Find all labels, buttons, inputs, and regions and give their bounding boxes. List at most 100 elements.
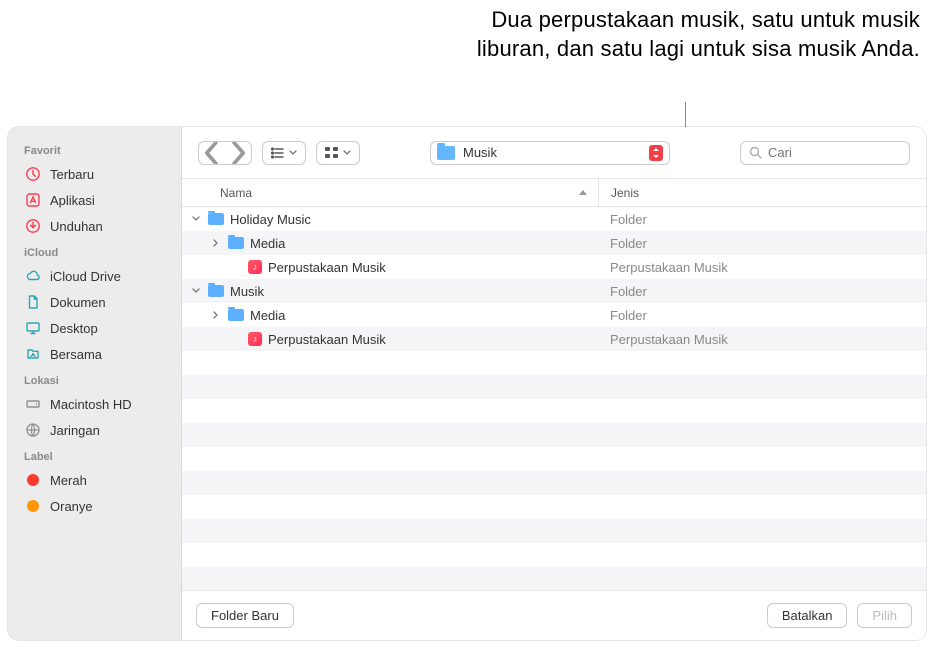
file-kind: Perpustakaan Musik [598, 332, 926, 347]
sidebar-item[interactable]: Merah [8, 467, 181, 493]
sidebar-item-label: Dokumen [50, 295, 106, 310]
doc-icon [24, 293, 42, 311]
column-header-name[interactable]: Nama [182, 186, 598, 200]
sidebar-item-label: Aplikasi [50, 193, 95, 208]
sidebar-item-label: Jaringan [50, 423, 100, 438]
sidebar-section-header: Lokasi [8, 367, 181, 391]
chevron-down-icon [343, 150, 351, 156]
sidebar-item-label: iCloud Drive [50, 269, 121, 284]
sidebar-item-label: Oranye [50, 499, 93, 514]
columns-header: Nama Jenis [182, 179, 926, 207]
dot [24, 497, 42, 515]
sort-indicator-icon [578, 189, 588, 197]
search-icon [749, 146, 762, 159]
folder-icon [208, 285, 224, 297]
sidebar-item[interactable]: Aplikasi [8, 187, 181, 213]
sidebar: Favorit Terbaru Aplikasi Unduhan iCloud iClou… [8, 127, 182, 640]
file-row[interactable]: Perpustakaan MusikPerpustakaan Musik [182, 255, 926, 279]
list-icon [271, 147, 285, 159]
shared-icon [24, 345, 42, 363]
location-label: Musik [463, 145, 641, 160]
file-list: Holiday MusicFolderMediaFolder Perpustak… [182, 207, 926, 590]
empty-row [182, 351, 926, 375]
download-icon [24, 217, 42, 235]
empty-row [182, 399, 926, 423]
disclosure-icon [232, 334, 242, 345]
sidebar-item-label: Unduhan [50, 219, 103, 234]
file-row[interactable]: MediaFolder [182, 303, 926, 327]
choose-button[interactable]: Pilih [857, 603, 912, 628]
sidebar-item-label: Terbaru [50, 167, 94, 182]
file-name: Holiday Music [230, 212, 311, 227]
sidebar-section-header: iCloud [8, 239, 181, 263]
bottom-bar: Folder Baru Batalkan Pilih [182, 590, 926, 640]
sidebar-section-header: Label [8, 443, 181, 467]
column-header-name-label: Nama [220, 186, 252, 200]
file-kind: Folder [598, 284, 926, 299]
file-row[interactable]: Musik Folder [182, 279, 926, 303]
updown-icon [649, 145, 663, 161]
sidebar-item[interactable]: Dokumen [8, 289, 181, 315]
folder-icon [437, 146, 455, 160]
empty-row [182, 375, 926, 399]
sidebar-item[interactable]: Bersama [8, 341, 181, 367]
column-header-kind-label: Jenis [611, 186, 639, 200]
empty-row [182, 543, 926, 567]
disclosure-icon[interactable] [212, 311, 222, 319]
sidebar-item[interactable]: Desktop [8, 315, 181, 341]
location-popup[interactable]: Musik [430, 141, 670, 165]
forward-button[interactable] [225, 142, 251, 164]
clock-icon [24, 165, 42, 183]
disclosure-icon [232, 262, 242, 273]
back-button[interactable] [199, 142, 225, 164]
hd-icon [24, 395, 42, 413]
empty-row [182, 471, 926, 495]
chevron-down-icon [289, 150, 297, 156]
folder-icon [208, 213, 224, 225]
search-field[interactable] [740, 141, 910, 165]
sidebar-item-label: Bersama [50, 347, 102, 362]
main-area: Musik Nama Jenis [182, 127, 926, 640]
file-name: Media [250, 236, 285, 251]
empty-row [182, 423, 926, 447]
folder-icon [228, 237, 244, 249]
apps-icon [24, 191, 42, 209]
empty-row [182, 447, 926, 471]
music-library-icon [248, 332, 262, 346]
sidebar-section-header: Favorit [8, 137, 181, 161]
sidebar-item[interactable]: Oranye [8, 493, 181, 519]
group-button[interactable] [316, 141, 360, 165]
file-row[interactable]: Media Folder [182, 231, 926, 255]
file-name: Perpustakaan Musik [268, 260, 386, 275]
empty-row [182, 519, 926, 543]
cloud-icon [24, 267, 42, 285]
sidebar-item[interactable]: iCloud Drive [8, 263, 181, 289]
sidebar-item[interactable]: Unduhan [8, 213, 181, 239]
sidebar-item[interactable]: Jaringan [8, 417, 181, 443]
nav-back-forward [198, 141, 252, 165]
globe-icon [24, 421, 42, 439]
column-header-kind[interactable]: Jenis [598, 179, 926, 206]
folder-icon [228, 309, 244, 321]
cancel-button[interactable]: Batalkan [767, 603, 848, 628]
desktop-icon [24, 319, 42, 337]
file-row[interactable]: Perpustakaan Musik Perpustakaan Musik [182, 327, 926, 351]
file-kind: Folder [598, 236, 926, 251]
sidebar-item[interactable]: Terbaru [8, 161, 181, 187]
sidebar-item[interactable]: Macintosh HD [8, 391, 181, 417]
search-input[interactable] [768, 145, 926, 160]
toolbar: Musik [182, 127, 926, 179]
sidebar-item-label: Merah [50, 473, 87, 488]
disclosure-icon[interactable] [192, 215, 202, 223]
file-kind: Folder [598, 308, 926, 323]
finder-window: Favorit Terbaru Aplikasi Unduhan iCloud iClou… [8, 127, 926, 640]
disclosure-icon[interactable] [192, 287, 202, 295]
file-row[interactable]: Holiday MusicFolder [182, 207, 926, 231]
disclosure-icon[interactable] [212, 239, 222, 247]
new-folder-button[interactable]: Folder Baru [196, 603, 294, 628]
file-name: Musik [230, 284, 264, 299]
view-mode-button[interactable] [262, 141, 306, 165]
sidebar-item-label: Desktop [50, 321, 98, 336]
grid-icon [325, 147, 339, 159]
file-name: Perpustakaan Musik [268, 332, 386, 347]
